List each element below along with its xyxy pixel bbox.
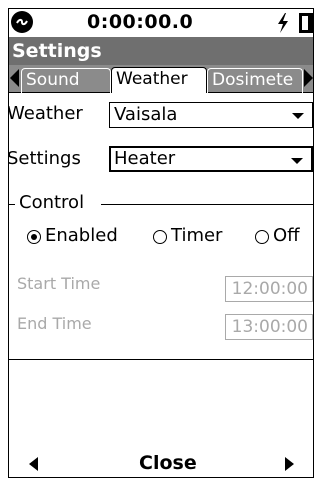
radio-off[interactable]	[255, 230, 269, 244]
start-time-label: Start Time	[17, 274, 101, 293]
radio-off-label: Off	[273, 225, 300, 246]
radio-enabled-label: Enabled	[45, 225, 118, 246]
power-icon	[275, 12, 291, 34]
next-arrow-icon[interactable]	[285, 457, 294, 471]
tab-scroll-left-icon[interactable]	[10, 69, 19, 87]
tab-sound[interactable]: Sound	[21, 68, 111, 93]
tab-dosimeter[interactable]: Dosimete	[207, 68, 303, 93]
radio-enabled[interactable]	[27, 230, 41, 244]
weather-value: Vaisala	[114, 104, 178, 125]
end-time-label: End Time	[17, 314, 92, 333]
tab-scroll-right-icon[interactable]	[304, 69, 313, 87]
close-button[interactable]: Close	[139, 452, 197, 474]
status-bar: 0:00:00.0	[9, 9, 313, 37]
group-border-right	[101, 204, 313, 205]
weather-label: Weather	[8, 103, 83, 124]
settings-dropdown[interactable]: Heater	[109, 146, 313, 172]
radio-timer-label: Timer	[171, 225, 223, 246]
radio-timer[interactable]	[153, 230, 167, 244]
settings-label: Settings	[8, 148, 81, 169]
tab-weather[interactable]: Weather	[111, 67, 207, 93]
start-time-input[interactable]: 12:00:00	[225, 276, 313, 302]
chevron-down-icon	[292, 113, 304, 119]
previous-arrow-icon[interactable]	[29, 457, 38, 471]
timer-readout: 0:00:00.0	[87, 11, 194, 33]
divider	[9, 359, 313, 360]
weather-dropdown[interactable]: Vaisala	[109, 102, 313, 128]
chevron-down-icon	[291, 158, 303, 164]
group-border-left	[9, 204, 15, 205]
control-group-title: Control	[19, 192, 85, 213]
page-title: Settings	[9, 37, 313, 65]
status-circle-icon	[11, 11, 33, 33]
bottom-bar: Close	[9, 450, 313, 477]
settings-value: Heater	[114, 148, 176, 169]
end-time-input[interactable]: 13:00:00	[225, 314, 313, 340]
battery-icon	[299, 13, 313, 33]
device-screen: 0:00:00.0 Settings Sound Weather Dosimet…	[8, 8, 314, 478]
tab-strip: Sound Weather Dosimete	[9, 65, 313, 93]
